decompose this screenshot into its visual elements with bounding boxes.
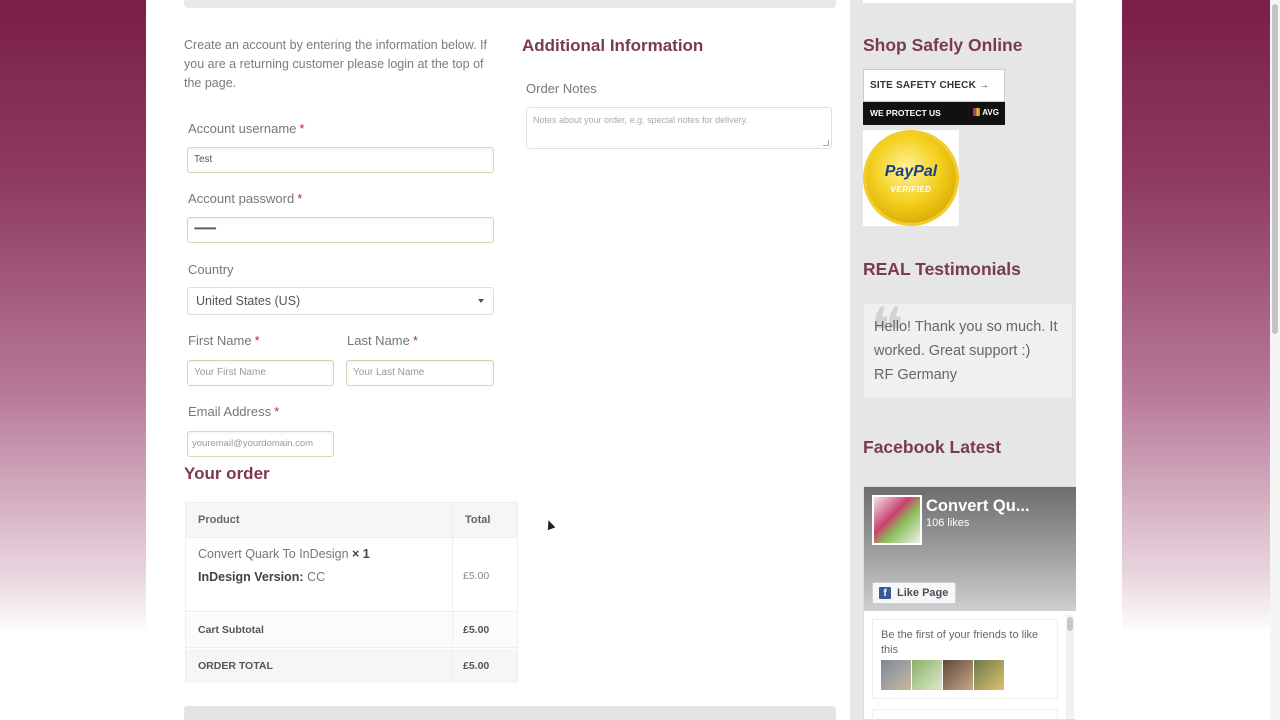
- last-name-label: Last Name *: [347, 333, 418, 348]
- country-select[interactable]: United States (US): [187, 287, 494, 315]
- fb-friends-box: Be the first of your friends to like thi…: [872, 619, 1058, 699]
- paypal-text: PayPal: [884, 163, 938, 180]
- country-select-value: United States (US): [196, 294, 301, 308]
- order-table: Product Total Convert Quark To InDesign …: [185, 502, 518, 683]
- fb-avatars: [881, 660, 1005, 695]
- safety-check-text: SITE SAFETY CHECK →: [863, 69, 1005, 102]
- fb-page-name[interactable]: Convert Qu...: [926, 497, 1030, 516]
- fb-like-button-label: Like Page: [897, 587, 949, 599]
- first-name-label-text: First Name: [188, 333, 252, 348]
- column-divider: [452, 503, 453, 681]
- avatar[interactable]: [912, 660, 942, 690]
- first-name-label: First Name *: [188, 333, 260, 348]
- site-safety-badge[interactable]: SITE SAFETY CHECK → WE PROTECT US AVG: [863, 69, 1005, 125]
- item-meta: InDesign Version: CC: [198, 570, 325, 584]
- password-input[interactable]: ••••••••••••: [187, 217, 494, 243]
- subtotal-label: Cart Subtotal: [198, 624, 264, 636]
- fb-like-page-button[interactable]: f Like Page: [872, 582, 956, 604]
- order-notes-textarea[interactable]: Notes about your order, e.g. special not…: [526, 107, 832, 149]
- paypal-verified-badge[interactable]: PayPal VERIFIED: [863, 130, 959, 226]
- bottom-bar: [184, 706, 836, 720]
- order-total-value: £5.00: [463, 660, 490, 672]
- sidebar: Shop Safely Online SITE SAFETY CHECK → W…: [850, 0, 1077, 720]
- item-qty: × 1: [352, 547, 370, 561]
- table-row: Cart Subtotal £5.00: [186, 613, 517, 648]
- username-label-text: Account username: [188, 121, 297, 136]
- your-order-heading: Your order: [184, 464, 270, 483]
- country-label: Country: [188, 262, 234, 277]
- paypal-seal-icon: PayPal VERIFIED: [866, 133, 956, 223]
- window-scrollbar[interactable]: [1270, 0, 1280, 720]
- fb-thumbnail-image: [874, 497, 920, 543]
- item-name: Convert Quark To InDesign × 1: [198, 547, 370, 561]
- required-mark: *: [412, 333, 418, 348]
- table-row: Convert Quark To InDesign × 1 InDesign V…: [186, 539, 517, 612]
- intro-text: Create an account by entering the inform…: [184, 38, 487, 90]
- order-total-label: ORDER TOTAL: [198, 660, 273, 672]
- subtotal-value: £5.00: [463, 624, 490, 636]
- order-notes-placeholder: Notes about your order, e.g. special not…: [533, 115, 748, 125]
- avatar[interactable]: [974, 660, 1004, 690]
- item-name-text: Convert Quark To InDesign: [198, 547, 349, 561]
- item-price: £5.00: [463, 570, 490, 582]
- item-meta-label: InDesign Version:: [198, 570, 304, 584]
- facebook-widget: Convert Qu... 106 likes f Like Page Be t…: [863, 486, 1077, 720]
- facebook-icon: f: [879, 587, 891, 599]
- fb-page-thumbnail[interactable]: [872, 495, 922, 545]
- we-protect-bar: WE PROTECT US AVG: [863, 102, 1005, 125]
- chevron-down-icon: [478, 299, 484, 303]
- fb-likes-count: 106 likes: [926, 517, 970, 529]
- we-protect-text: WE PROTECT US: [870, 108, 941, 118]
- required-mark: *: [299, 121, 305, 136]
- table-row: ORDER TOTAL £5.00: [186, 649, 517, 683]
- window-scrollbar-thumb[interactable]: [1272, 4, 1278, 334]
- col-total: Total: [465, 514, 491, 526]
- top-bar: [184, 0, 836, 8]
- fb-scrollbar[interactable]: [1066, 615, 1074, 719]
- additional-info-heading: Additional Information: [522, 36, 704, 55]
- avg-logo: AVG: [973, 108, 999, 117]
- resize-grip-icon[interactable]: [823, 140, 829, 146]
- first-name-input[interactable]: Your First Name: [187, 360, 334, 386]
- username-input[interactable]: Test: [187, 147, 494, 173]
- fb-next-post: [872, 709, 1058, 720]
- fb-scrollbar-thumb[interactable]: [1067, 617, 1073, 631]
- testimonial-card: ❝ Hello! Thank you so much. It worked. G…: [863, 300, 1073, 399]
- item-meta-value: CC: [307, 570, 326, 584]
- email-input[interactable]: youremail@yourdomain.com: [187, 431, 334, 457]
- col-product: Product: [198, 514, 240, 526]
- last-name-input[interactable]: Your Last Name: [346, 360, 494, 386]
- avg-text: AVG: [982, 108, 999, 117]
- mouse-cursor-icon: [544, 518, 556, 531]
- required-mark: *: [254, 333, 260, 348]
- last-name-label-text: Last Name: [347, 333, 410, 348]
- password-label-text: Account password: [188, 191, 295, 206]
- avatar[interactable]: [943, 660, 973, 690]
- email-label: Email Address *: [188, 404, 279, 419]
- page-right-margin: [1076, 0, 1122, 720]
- shop-safely-heading: Shop Safely Online: [863, 35, 1023, 55]
- paypal-verified-text: VERIFIED: [890, 185, 932, 194]
- order-notes-label: Order Notes: [526, 81, 597, 96]
- order-table-header: Product Total: [186, 503, 517, 538]
- required-mark: *: [297, 191, 303, 206]
- testimonial-author: RF Germany: [874, 367, 957, 383]
- testimonials-heading: REAL Testimonials: [863, 259, 1021, 279]
- fb-friends-text: Be the first of your friends to like thi…: [881, 629, 1039, 656]
- sidebar-top-bar: [863, 0, 1073, 3]
- checkout-main: Create an account by entering the inform…: [146, 0, 850, 720]
- required-mark: *: [274, 404, 280, 419]
- page: Create an account by entering the inform…: [146, 0, 1122, 720]
- username-label: Account username *: [188, 121, 304, 136]
- email-label-text: Email Address: [188, 404, 272, 419]
- fb-cover-image: Convert Qu... 106 likes f Like Page: [864, 487, 1076, 611]
- avatar[interactable]: [881, 660, 911, 690]
- testimonial-text: Hello! Thank you so much. It worked. Gre…: [874, 319, 1058, 359]
- avg-icon: [973, 108, 981, 116]
- facebook-heading: Facebook Latest: [863, 437, 1002, 457]
- password-label: Account password *: [188, 191, 302, 206]
